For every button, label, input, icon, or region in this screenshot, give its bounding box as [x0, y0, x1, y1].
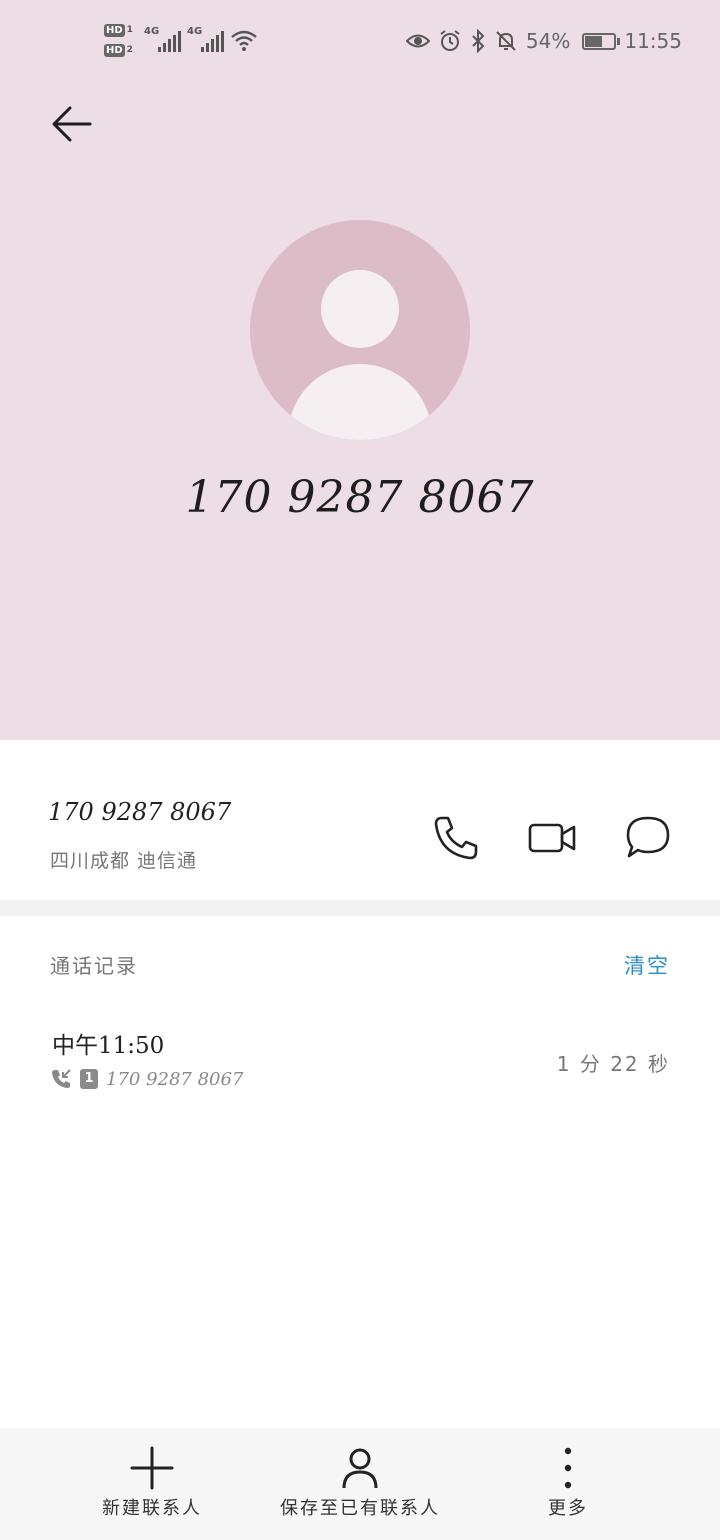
call-log-title: 通话记录	[50, 954, 138, 978]
hd-indicators: HD 1 HD 2	[104, 20, 140, 60]
signal-2-icon	[201, 30, 224, 52]
save-to-existing-contact-button[interactable]: 保存至已有联系人	[272, 1428, 448, 1540]
bluetooth-icon	[472, 29, 485, 53]
new-contact-button[interactable]: 新建联系人	[96, 1428, 208, 1540]
battery-percent: 54%	[525, 29, 571, 53]
phone-number[interactable]: 170 9287 8067	[48, 798, 231, 826]
message-icon	[626, 816, 670, 858]
status-right: 54% 11:55	[405, 24, 682, 58]
phone-icon	[434, 816, 478, 860]
clock: 11:55	[624, 29, 682, 53]
video-call-button[interactable]	[524, 810, 580, 866]
call-time: 中午11:50	[52, 1033, 165, 1059]
sim1-number: 1	[126, 25, 133, 35]
eye-icon	[405, 34, 430, 48]
mute-bell-icon	[496, 31, 516, 51]
avatar-head	[321, 270, 399, 348]
bottom-action-bar: 新建联系人 保存至已有联系人 更多	[0, 1428, 720, 1540]
call-number: 170 9287 8067	[106, 1068, 244, 1090]
wifi-icon	[231, 30, 257, 51]
hd-badge-1: HD	[104, 23, 125, 37]
avatar	[250, 220, 470, 440]
contact-title-number: 170 9287 8067	[185, 472, 535, 523]
avatar-body	[288, 364, 432, 440]
more-vertical-icon	[564, 1447, 572, 1489]
person-icon	[342, 1448, 378, 1489]
incoming-call-icon	[52, 1069, 71, 1088]
status-bar: HD 1 HD 2 4G 4G 54% 11:55	[0, 0, 720, 80]
contact-info-row: 170 9287 8067 四川成都 迪信通	[0, 740, 720, 900]
call-button[interactable]	[428, 810, 484, 866]
back-button[interactable]	[46, 100, 98, 152]
alarm-icon	[440, 30, 460, 51]
sim-badge: 1	[80, 1069, 98, 1089]
more-label: 更多	[548, 1498, 588, 1519]
save-to-existing-label: 保存至已有联系人	[280, 1498, 440, 1519]
call-duration: 1 分 22 秒	[556, 1052, 670, 1076]
network-type-2: 4G	[187, 26, 203, 37]
message-button[interactable]	[620, 810, 676, 866]
phone-location: 四川成都 迪信通	[50, 850, 198, 872]
battery-icon	[582, 32, 621, 50]
arrow-left-icon	[52, 106, 92, 142]
more-button[interactable]: 更多	[528, 1428, 608, 1540]
call-log-item[interactable]: 中午11:50 1 170 9287 8067 1 分 22 秒	[0, 1010, 720, 1120]
video-call-icon	[528, 823, 576, 853]
sim2-number: 2	[126, 45, 133, 55]
hd-badge-2: HD	[104, 43, 125, 57]
new-contact-label: 新建联系人	[102, 1498, 202, 1519]
clear-call-log-button[interactable]: 清空	[624, 950, 670, 980]
signal-1-icon	[158, 30, 181, 52]
section-divider	[0, 900, 720, 916]
plus-icon	[130, 1446, 174, 1490]
network-type-1: 4G	[144, 26, 160, 37]
call-details: 1 170 9287 8067	[50, 1068, 243, 1090]
